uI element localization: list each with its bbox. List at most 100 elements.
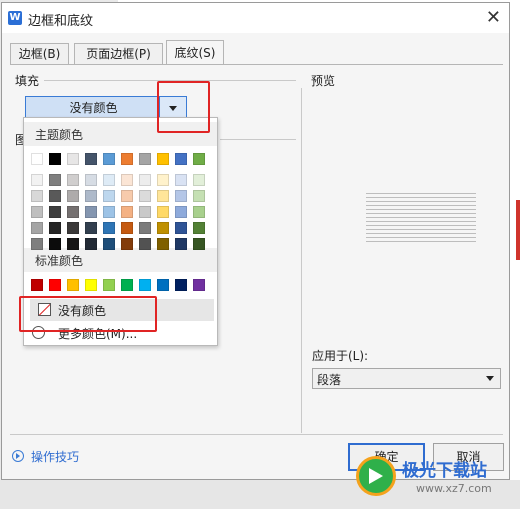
theme-color-swatch[interactable] <box>85 222 97 234</box>
background-accent <box>516 200 520 260</box>
theme-color-swatch[interactable] <box>49 190 61 202</box>
theme-color-swatch[interactable] <box>175 190 187 202</box>
tab-borders[interactable]: 边框(B) <box>10 43 69 64</box>
theme-color-swatch[interactable] <box>175 206 187 218</box>
fill-color-value: 没有颜色 <box>69 101 118 115</box>
theme-color-swatch[interactable] <box>121 190 133 202</box>
watermark-text: 极光下载站 <box>402 461 487 481</box>
theme-color-swatch[interactable] <box>67 174 79 186</box>
theme-color-swatch[interactable] <box>175 174 187 186</box>
highlight-dropdown-arrow <box>157 81 210 133</box>
theme-color-swatch[interactable] <box>67 190 79 202</box>
theme-color-swatch[interactable] <box>85 174 97 186</box>
theme-color-swatch[interactable] <box>139 174 151 186</box>
theme-color-swatch[interactable] <box>31 190 43 202</box>
footer-rule <box>10 434 503 435</box>
theme-color-swatch[interactable] <box>157 190 169 202</box>
dialog-title: 边框和底纹 <box>28 14 94 29</box>
theme-color-swatch[interactable] <box>139 190 151 202</box>
standard-color-swatch[interactable] <box>31 279 43 291</box>
theme-color-swatch[interactable] <box>175 238 187 250</box>
theme-color-swatch[interactable] <box>193 206 205 218</box>
theme-color-swatch[interactable] <box>103 206 115 218</box>
theme-color-swatch[interactable] <box>67 206 79 218</box>
standard-colors-label: 标准颜色 <box>35 254 84 268</box>
theme-color-swatch[interactable] <box>157 174 169 186</box>
standard-color-swatch[interactable] <box>139 279 151 291</box>
theme-color-swatch[interactable] <box>121 174 133 186</box>
standard-color-swatch[interactable] <box>85 279 97 291</box>
site-watermark: 极光下载站 www.xz7.com <box>356 452 516 502</box>
watermark-url: www.xz7.com <box>416 482 492 495</box>
standard-color-swatch[interactable] <box>49 279 61 291</box>
theme-color-swatch[interactable] <box>193 174 205 186</box>
theme-colors-label: 主题颜色 <box>35 128 84 142</box>
theme-color-swatch[interactable] <box>175 153 187 165</box>
standard-color-swatch[interactable] <box>193 279 205 291</box>
theme-color-swatch[interactable] <box>121 222 133 234</box>
theme-color-swatch[interactable] <box>121 206 133 218</box>
standard-color-swatch[interactable] <box>175 279 187 291</box>
theme-color-swatch[interactable] <box>121 153 133 165</box>
theme-color-swatch[interactable] <box>193 222 205 234</box>
theme-color-swatch[interactable] <box>193 190 205 202</box>
standard-color-swatch[interactable] <box>103 279 115 291</box>
theme-color-swatch[interactable] <box>103 190 115 202</box>
title-bar: W 边框和底纹 ✕ <box>2 3 509 33</box>
theme-color-swatch[interactable] <box>157 153 169 165</box>
theme-color-swatch[interactable] <box>31 238 43 250</box>
theme-color-swatch[interactable] <box>49 174 61 186</box>
theme-color-swatch[interactable] <box>103 238 115 250</box>
apply-to-label: 应用于(L): <box>312 349 369 363</box>
theme-color-swatch[interactable] <box>49 206 61 218</box>
fill-group-label: 填充 <box>15 74 40 88</box>
app-icon: W <box>8 11 22 25</box>
theme-color-swatch[interactable] <box>121 238 133 250</box>
close-icon[interactable]: ✕ <box>486 7 501 28</box>
theme-color-swatch[interactable] <box>139 206 151 218</box>
theme-color-swatch[interactable] <box>85 206 97 218</box>
theme-color-swatch[interactable] <box>193 153 205 165</box>
theme-color-swatch[interactable] <box>85 238 97 250</box>
theme-color-swatch[interactable] <box>103 153 115 165</box>
theme-color-swatch[interactable] <box>31 206 43 218</box>
theme-color-swatch[interactable] <box>139 153 151 165</box>
tab-divider <box>10 64 503 65</box>
highlight-no-color <box>19 296 157 332</box>
theme-color-swatch[interactable] <box>31 222 43 234</box>
theme-color-swatch[interactable] <box>67 238 79 250</box>
theme-color-swatch[interactable] <box>49 238 61 250</box>
watermark-logo-icon <box>356 456 396 496</box>
theme-color-swatch[interactable] <box>31 174 43 186</box>
theme-color-swatch[interactable] <box>175 222 187 234</box>
theme-color-swatch[interactable] <box>193 238 205 250</box>
preview-label: 预览 <box>311 74 336 88</box>
theme-color-swatch[interactable] <box>31 153 43 165</box>
play-circle-icon <box>12 450 24 462</box>
pattern-group-rule <box>220 139 296 140</box>
apply-to-select[interactable]: 段落 <box>312 368 501 389</box>
theme-color-swatch[interactable] <box>103 222 115 234</box>
theme-color-swatch[interactable] <box>67 153 79 165</box>
theme-color-swatch[interactable] <box>67 222 79 234</box>
theme-color-swatch[interactable] <box>85 190 97 202</box>
theme-color-swatch[interactable] <box>157 238 169 250</box>
tips-link[interactable]: 操作技巧 <box>31 448 79 465</box>
theme-color-swatch[interactable] <box>103 174 115 186</box>
theme-color-swatch[interactable] <box>49 222 61 234</box>
standard-color-swatch[interactable] <box>67 279 79 291</box>
apply-to-value: 段落 <box>317 373 342 387</box>
theme-color-swatch[interactable] <box>157 222 169 234</box>
standard-colors-heading: 标准颜色 <box>24 248 217 272</box>
standard-color-swatch[interactable] <box>121 279 133 291</box>
theme-color-swatch[interactable] <box>49 153 61 165</box>
standard-color-swatch[interactable] <box>157 279 169 291</box>
theme-color-swatch[interactable] <box>157 206 169 218</box>
tab-shading[interactable]: 底纹(S) <box>166 40 224 65</box>
theme-color-swatch[interactable] <box>85 153 97 165</box>
preview-divider <box>301 88 302 433</box>
tab-page-borders[interactable]: 页面边框(P) <box>74 43 163 64</box>
theme-color-swatch[interactable] <box>139 222 151 234</box>
dropdown-arrow-icon <box>486 376 494 381</box>
theme-color-swatch[interactable] <box>139 238 151 250</box>
